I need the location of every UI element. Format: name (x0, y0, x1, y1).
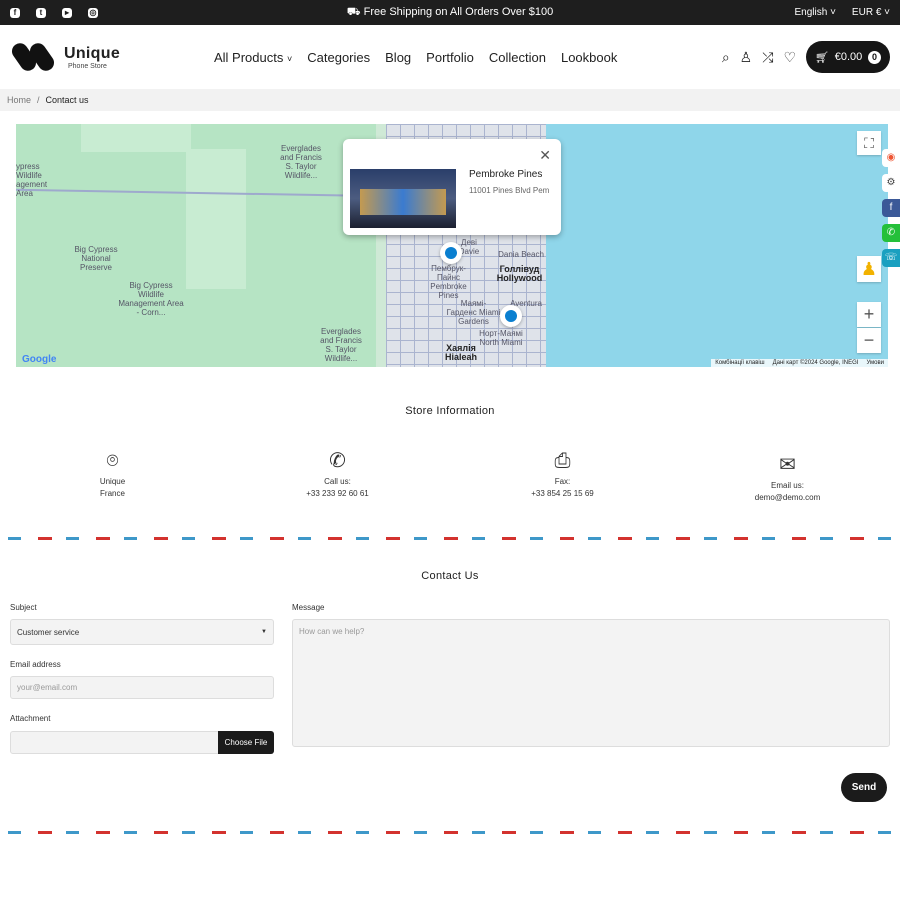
store-phone: ✆ Call us: +33 233 92 60 61 (225, 448, 450, 504)
phone-icon: ✆ (329, 450, 346, 472)
whatsapp-icon[interactable]: ✆ (882, 224, 900, 242)
zoom-in-button[interactable]: + (857, 302, 881, 327)
language-select[interactable]: English ˅ (794, 7, 835, 18)
youtube-icon[interactable]: ▸ (62, 7, 72, 18)
map-info-window: Pembroke Pines 11001 Pines Blvd Pem ✕ (343, 139, 561, 235)
twitter-icon[interactable]: t (36, 7, 46, 18)
envelope-icon: ✉ (779, 454, 796, 476)
currency-select[interactable]: EUR € ˅ (852, 7, 890, 18)
logo-name: Unique (64, 44, 121, 62)
keyboard-shortcuts-link[interactable]: Комбінації клавіш (715, 360, 764, 366)
cart-icon: 🛒︎ (814, 51, 829, 64)
store-fax: ⎙ Fax: +33 854 25 15 69 (450, 448, 675, 504)
map-data-text: Дані карт ©2024 Google, INEGI (772, 360, 859, 366)
main-nav: All Products ˅ Categories Blog Portfolio… (214, 50, 617, 65)
call-icon[interactable]: ☏ (882, 249, 900, 267)
close-icon[interactable]: ✕ (539, 147, 551, 164)
top-bar: f t ▸ ◎ ⛟ Free Shipping on All Orders Ov… (0, 0, 900, 25)
nav-portfolio[interactable]: Portfolio (426, 50, 474, 65)
popup-address: 11001 Pines Blvd Pem (469, 186, 550, 195)
caret-down-icon: ▼ (261, 629, 267, 635)
user-icon[interactable]: ♙ (740, 49, 753, 66)
nav-categories[interactable]: Categories (307, 50, 370, 65)
truck-icon: ⛟ (346, 5, 364, 18)
store-info-title: Store Information (405, 405, 495, 417)
breadcrumb: Home / Contact us (0, 89, 900, 111)
google-logo: Google (22, 354, 57, 365)
search-icon[interactable]: ⌕ (722, 49, 730, 66)
nav-all-products[interactable]: All Products ˅ (214, 50, 292, 65)
store-info: ⌾ Unique France ✆ Call us: +33 233 92 60 61 … (0, 448, 900, 504)
facebook-icon[interactable]: f (10, 7, 20, 18)
attachment-input[interactable] (10, 731, 220, 754)
instagram-icon[interactable]: ◎ (88, 7, 98, 18)
logo-mark-icon (8, 40, 58, 74)
compare-icon[interactable]: ⤮ (762, 49, 773, 66)
street-view-pegman[interactable]: ♟ (857, 256, 881, 282)
map-marker[interactable] (500, 305, 522, 327)
divider-stripe (8, 831, 892, 834)
social-links: f t ▸ ◎ (10, 7, 98, 18)
email-link[interactable]: demo@demo.com (675, 492, 900, 504)
terms-link[interactable]: Умови (866, 360, 884, 366)
breadcrumb-home[interactable]: Home (7, 95, 31, 105)
send-button[interactable]: Send (841, 773, 887, 802)
store-map[interactable]: Everglades and Francis S. Taylor Wildlif… (16, 124, 888, 367)
location-pin-icon: ⌾ (106, 450, 119, 472)
store-address: ⌾ Unique France (0, 448, 225, 504)
nav-lookbook[interactable]: Lookbook (561, 50, 617, 65)
message-label: Message (292, 603, 325, 612)
contact-title: Contact Us (421, 570, 479, 582)
breadcrumb-current: Contact us (45, 95, 89, 105)
map-marker[interactable] (440, 242, 462, 264)
printer-icon: ⎙ (554, 450, 571, 472)
color-picker-icon[interactable]: ◉ (882, 149, 900, 167)
subject-select[interactable]: Customer service ▼ (10, 619, 274, 645)
cart-total: €0.00 (834, 51, 863, 63)
logo[interactable]: Unique Phone Store (8, 40, 121, 74)
chevron-down-icon: ˅ (287, 53, 293, 64)
nav-collection[interactable]: Collection (489, 50, 546, 65)
promo-text: Free Shipping on All Orders Over $100 (363, 5, 554, 18)
facebook-share-icon[interactable]: f (882, 199, 900, 217)
cart-button[interactable]: 🛒︎ €0.00 0 (806, 41, 890, 73)
divider-stripe (8, 537, 892, 540)
attachment-label: Attachment (10, 714, 51, 723)
fullscreen-button[interactable]: ⛶ (857, 131, 881, 155)
heart-icon[interactable]: ♡ (783, 49, 796, 66)
subject-label: Subject (10, 603, 37, 612)
zoom-out-button[interactable]: − (857, 328, 881, 353)
store-photo (350, 169, 456, 228)
popup-title: Pembroke Pines (469, 169, 543, 180)
store-email: ✉ Email us: demo@demo.com (675, 448, 900, 504)
logo-subtitle: Phone Store (68, 62, 107, 70)
choose-file-button[interactable]: Choose File (218, 731, 274, 754)
email-field[interactable]: your@email.com (10, 676, 274, 699)
message-textarea[interactable]: How can we help? (292, 619, 890, 747)
nav-blog[interactable]: Blog (385, 50, 411, 65)
map-attribution: Комбінації клавіш Дані карт ©2024 Google… (711, 359, 888, 367)
email-label: Email address (10, 660, 61, 669)
gear-icon[interactable]: ⚙ (882, 174, 900, 192)
cart-count: 0 (868, 50, 882, 64)
header: Unique Phone Store All Products ˅ Categor… (0, 25, 900, 89)
